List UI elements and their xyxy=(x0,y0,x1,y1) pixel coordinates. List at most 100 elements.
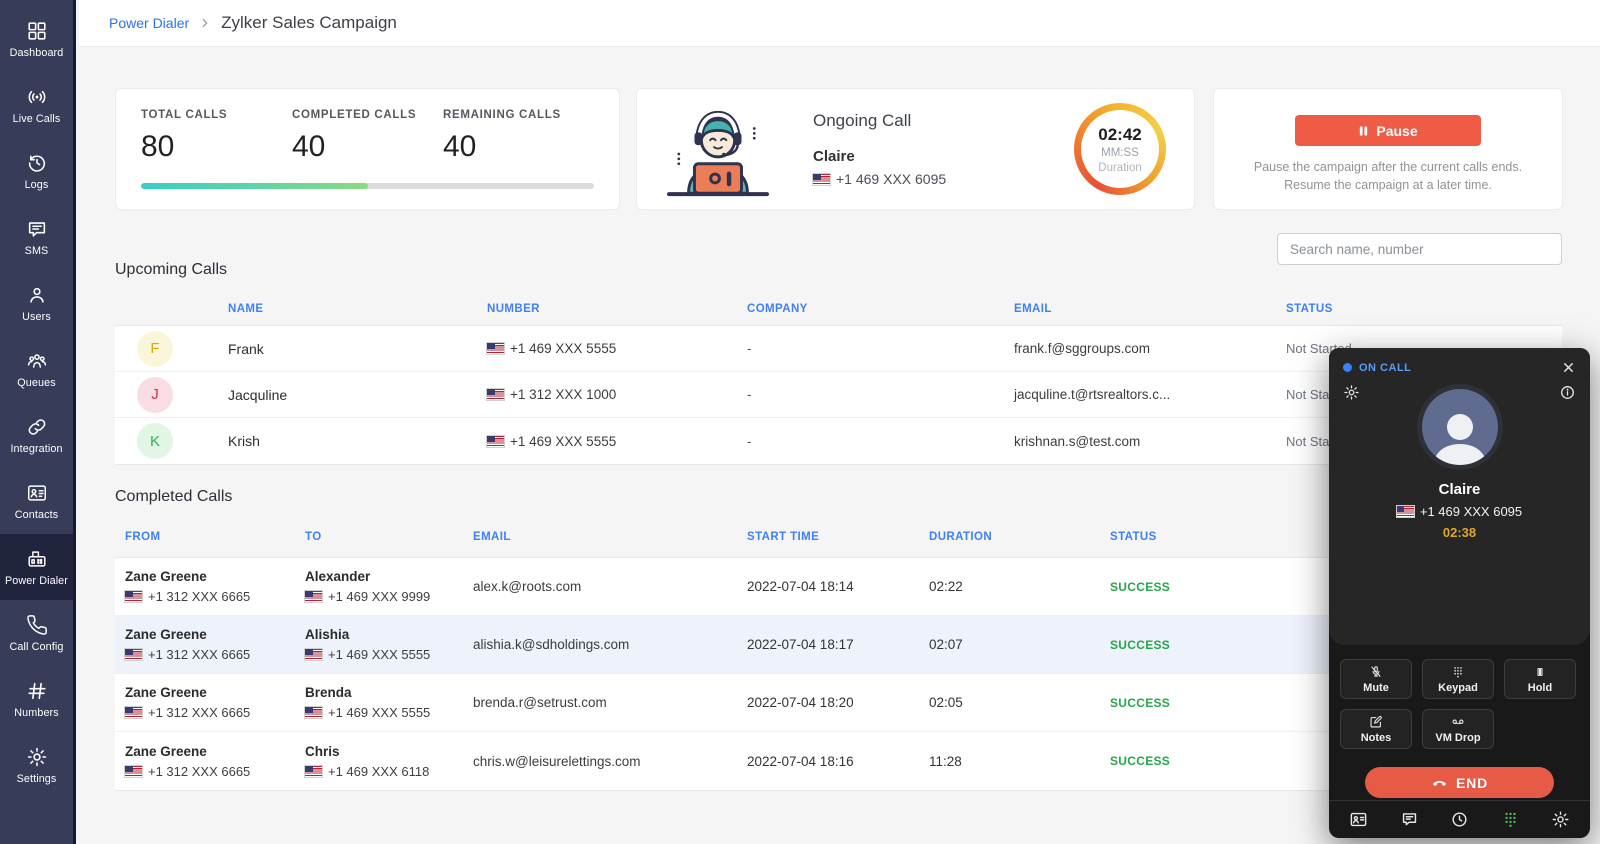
sidebar-item-label: Dashboard xyxy=(10,47,64,59)
call-duration-value: 02:42 xyxy=(1098,125,1141,145)
on-call-status-dot xyxy=(1343,363,1352,372)
call-duration-format: MM:SS xyxy=(1101,147,1139,159)
sidebar-item-sms[interactable]: SMS xyxy=(0,204,73,270)
sidebar-item-logs[interactable]: Logs xyxy=(0,138,73,204)
sidebar-item-numbers[interactable]: Numbers xyxy=(0,666,73,732)
sidebar-item-label: Numbers xyxy=(14,707,59,719)
upcoming-calls-title: Upcoming Calls xyxy=(115,261,227,279)
to-name: Brenda xyxy=(305,685,473,700)
us-flag-icon xyxy=(305,707,322,718)
start-time: 2022-07-04 18:14 xyxy=(747,579,929,594)
stat-label: COMPLETED CALLS xyxy=(292,109,443,121)
keypad-dots-icon xyxy=(1451,665,1465,679)
sidebar-item-label: Queues xyxy=(17,377,55,389)
info-icon[interactable] xyxy=(1559,384,1576,401)
on-call-timer: 02:38 xyxy=(1329,525,1590,540)
pause-campaign-card: Pause Pause the campaign after the curre… xyxy=(1213,88,1563,210)
us-flag-icon xyxy=(487,389,504,400)
pause-bars-icon xyxy=(1533,665,1547,679)
call-duration: 02:22 xyxy=(929,579,1110,594)
column-header-to: TO xyxy=(305,531,473,543)
breadcrumb-parent-link[interactable]: Power Dialer xyxy=(109,15,189,31)
stat-remaining-calls: REMAINING CALLS 40 xyxy=(443,109,594,164)
to-number: +1 469 XXX 5555 xyxy=(328,705,430,720)
call-duration-label: Duration xyxy=(1098,162,1141,174)
edit-note-icon xyxy=(1369,715,1383,729)
pause-button[interactable]: Pause xyxy=(1295,115,1481,146)
column-header-email: EMAIL xyxy=(473,531,747,543)
sidebar-item-integration[interactable]: Integration xyxy=(0,402,73,468)
from-name: Zane Greene xyxy=(125,627,305,642)
from-number: +1 312 XXX 6665 xyxy=(148,647,250,662)
gear-icon[interactable] xyxy=(1551,810,1570,829)
contact-email: jacquline.t@rtsrealtors.c... xyxy=(1014,387,1286,402)
hold-button[interactable]: Hold xyxy=(1504,659,1576,699)
from-number: +1 312 XXX 6665 xyxy=(148,705,250,720)
from-name: Zane Greene xyxy=(125,744,305,759)
gear-icon[interactable] xyxy=(1343,384,1360,401)
contact-name: Krish xyxy=(228,433,487,449)
contact-card-icon xyxy=(26,482,48,504)
notes-button[interactable]: Notes xyxy=(1340,709,1412,749)
sidebar-item-dashboard[interactable]: Dashboard xyxy=(0,6,73,72)
voicemail-icon xyxy=(1451,715,1465,729)
keypad-button[interactable]: Keypad xyxy=(1422,659,1494,699)
chevron-right-icon xyxy=(198,16,212,30)
us-flag-icon xyxy=(305,649,322,660)
on-call-contact-name: Claire xyxy=(1329,481,1590,498)
mute-button[interactable]: Mute xyxy=(1340,659,1412,699)
from-number: +1 312 XXX 6665 xyxy=(148,589,250,604)
stat-value: 80 xyxy=(141,130,292,164)
to-number: +1 469 XXX 5555 xyxy=(328,647,430,662)
broadcast-icon xyxy=(26,86,48,108)
sidebar-item-settings[interactable]: Settings xyxy=(0,732,73,798)
us-flag-icon xyxy=(125,707,142,718)
ongoing-call-number: +1 469 XXX 6095 xyxy=(836,171,946,187)
sidebar-item-users[interactable]: Users xyxy=(0,270,73,336)
contact-email: alishia.k@sdholdings.com xyxy=(473,637,747,652)
on-call-number: +1 469 XXX 6095 xyxy=(1420,504,1522,519)
column-header-from: FROM xyxy=(125,531,305,543)
dashboard-grid-icon xyxy=(26,20,48,42)
to-name: Alexander xyxy=(305,569,473,584)
avatar: J xyxy=(137,377,173,413)
to-name: Alishia xyxy=(305,627,473,642)
stat-label: REMAINING CALLS xyxy=(443,109,594,121)
sidebar-item-label: SMS xyxy=(25,245,49,257)
call-panel-toolbar xyxy=(1329,800,1590,838)
contact-number: +1 469 XXX 5555 xyxy=(510,341,616,356)
contact-email: krishnan.s@test.com xyxy=(1014,434,1286,449)
history-clock-icon[interactable] xyxy=(1450,810,1469,829)
chat-bubble-icon xyxy=(26,218,48,240)
contact-email: chris.w@leisurelettings.com xyxy=(473,754,747,769)
sidebar-item-label: Power Dialer xyxy=(5,575,68,587)
us-flag-icon xyxy=(125,591,142,602)
call-duration-ring: 02:42 MM:SS Duration xyxy=(1074,103,1166,195)
sidebar-item-power-dialer[interactable]: Power Dialer xyxy=(0,534,73,600)
sidebar-item-call-config[interactable]: Call Config xyxy=(0,600,73,666)
sidebar-item-label: Live Calls xyxy=(13,113,61,125)
us-flag-icon xyxy=(125,649,142,660)
us-flag-icon xyxy=(125,766,142,777)
sidebar-item-contacts[interactable]: Contacts xyxy=(0,468,73,534)
end-call-button[interactable]: END xyxy=(1365,767,1554,798)
stat-completed-calls: COMPLETED CALLS 40 xyxy=(292,109,443,164)
column-header-name: NAME xyxy=(228,303,487,315)
us-flag-icon xyxy=(305,766,322,777)
column-header-status: STATUS xyxy=(1286,303,1562,315)
chat-icon[interactable] xyxy=(1400,810,1419,829)
sidebar-item-live-calls[interactable]: Live Calls xyxy=(0,72,73,138)
search-input[interactable] xyxy=(1277,233,1562,265)
people-group-icon xyxy=(26,350,48,372)
sidebar-item-label: Call Config xyxy=(10,641,64,653)
keypad-dots-icon[interactable] xyxy=(1501,810,1520,829)
vm-drop-button[interactable]: VM Drop xyxy=(1422,709,1494,749)
stat-value: 40 xyxy=(443,130,594,164)
start-time: 2022-07-04 18:20 xyxy=(747,695,929,710)
contact-card-icon[interactable] xyxy=(1349,810,1368,829)
from-name: Zane Greene xyxy=(125,685,305,700)
us-flag-icon xyxy=(487,436,504,447)
close-icon[interactable] xyxy=(1561,360,1576,375)
desk-phone-icon xyxy=(26,548,48,570)
sidebar-item-queues[interactable]: Queues xyxy=(0,336,73,402)
